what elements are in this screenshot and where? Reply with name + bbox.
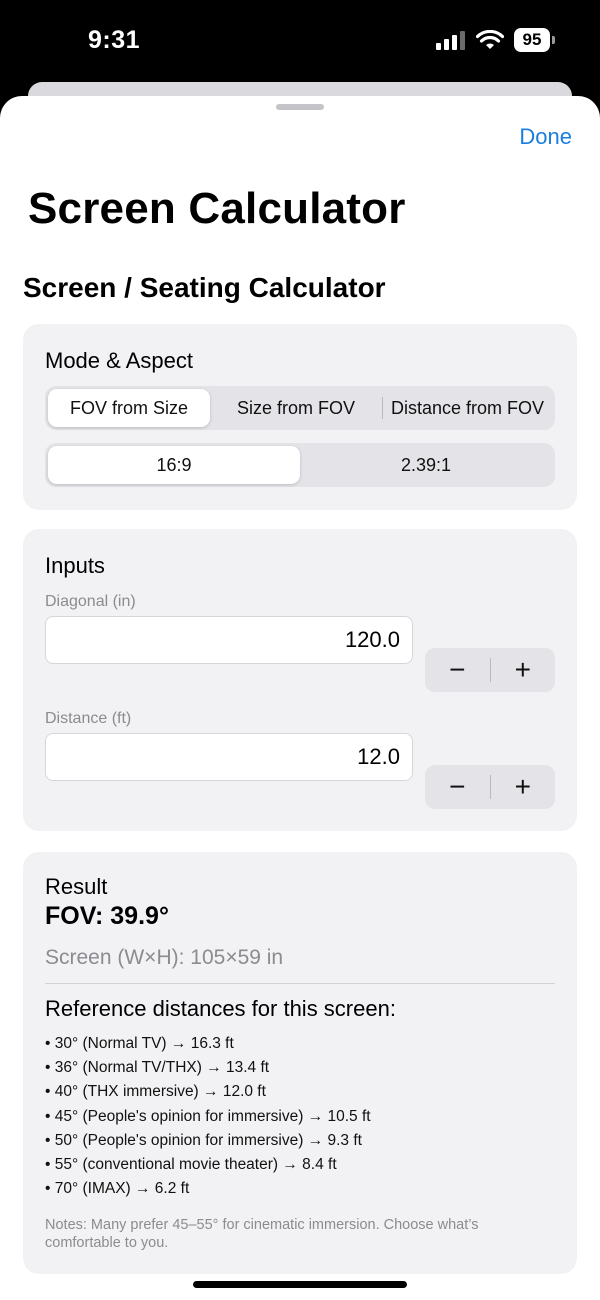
reference-distances-title: Reference distances for this screen: [45,996,396,1021]
diagonal-input[interactable] [45,616,413,664]
aspect-2-39-1[interactable]: 2.39:1 [300,446,552,484]
result-card: Result FOV: 39.9° Screen (W×H): 105×59 i… [23,852,577,1274]
distance-input[interactable] [45,733,413,781]
list-item: 70° (IMAX) → 6.2 ft [45,1177,371,1201]
mode-size-from-fov[interactable]: Size from FOV [210,389,382,427]
distance-increment-button[interactable]: + [491,765,556,809]
inputs-card: Inputs Diagonal (in) − + Distance (ft) −… [23,529,577,831]
status-bar: 9:31 95 [0,0,600,84]
section-title: Screen / Seating Calculator [23,272,386,303]
distance-stepper: − + [425,765,555,809]
list-item: 36° (Normal TV/THX) → 13.4 ft [45,1056,371,1080]
reference-distances-list: 30° (Normal TV) → 16.3 ft 36° (Normal TV… [45,1032,371,1201]
battery-icon: 95 [514,28,555,52]
diagonal-increment-button[interactable]: + [491,648,556,692]
battery-level: 95 [522,30,542,49]
distance-decrement-button[interactable]: − [425,765,490,809]
mode-aspect-title: Mode & Aspect [45,348,193,373]
fov-result: FOV: 39.9° [45,902,169,930]
list-item: 50° (People's opinion for immersive) → 9… [45,1129,371,1153]
status-icons: 95 [436,28,555,52]
distance-label: Distance (ft) [45,710,132,727]
diagonal-decrement-button[interactable]: − [425,648,490,692]
list-item: 40° (THX immersive) → 12.0 ft [45,1080,371,1104]
divider [45,983,555,984]
wifi-icon [476,29,504,49]
home-indicator[interactable] [193,1281,407,1288]
inputs-title: Inputs [45,553,105,578]
list-item: 45° (People's opinion for immersive) → 1… [45,1105,371,1129]
diagonal-stepper: − + [425,648,555,692]
page-title: Screen Calculator [28,184,406,233]
done-button[interactable]: Done [519,124,572,150]
mode-aspect-card: Mode & Aspect FOV from Size Size from FO… [23,324,577,510]
mode-fov-from-size[interactable]: FOV from Size [48,389,210,427]
aspect-segmented-control: 16:9 2.39:1 [45,443,555,487]
sheet-grabber[interactable] [276,104,324,110]
modal-sheet: Done Screen Calculator Screen / Seating … [0,96,600,1300]
list-item: 30° (Normal TV) → 16.3 ft [45,1032,371,1056]
notes-text: Notes: Many prefer 45–55° for cinematic … [45,1217,479,1251]
aspect-16-9[interactable]: 16:9 [48,446,300,484]
mode-distance-from-fov[interactable]: Distance from FOV [383,389,552,427]
mode-segmented-control: FOV from Size Size from FOV Distance fro… [45,386,555,430]
cellular-signal-icon [436,31,465,50]
screen-dimensions: Screen (W×H): 105×59 in [45,946,284,969]
result-title: Result [45,874,108,899]
list-item: 55° (conventional movie theater) → 8.4 f… [45,1153,371,1177]
status-time: 9:31 [88,26,141,54]
diagonal-label: Diagonal (in) [45,593,136,610]
